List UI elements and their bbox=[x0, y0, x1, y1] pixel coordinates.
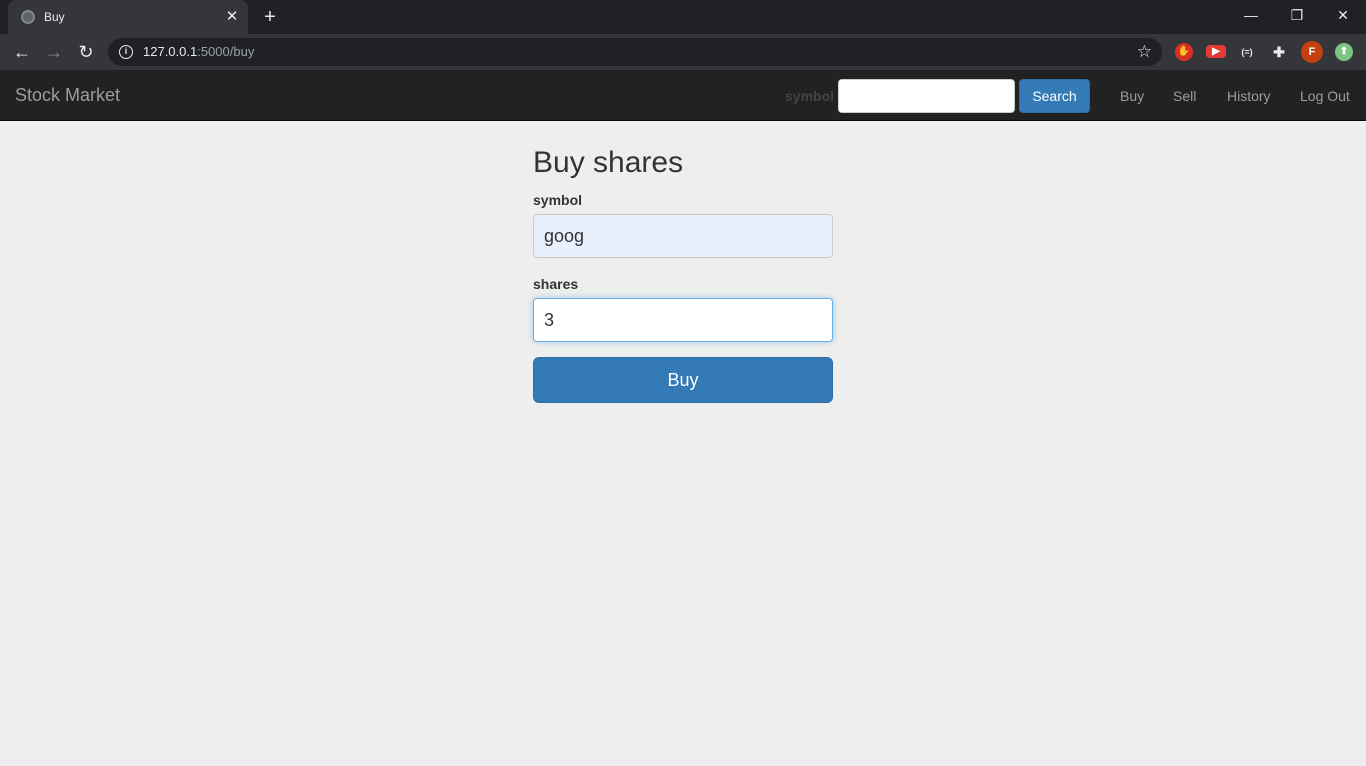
forward-icon[interactable]: → bbox=[41, 39, 67, 65]
restore-icon[interactable]: ❐ bbox=[1282, 4, 1312, 26]
search-symbol-input[interactable] bbox=[838, 79, 1015, 113]
nav-link-logout[interactable]: Log Out bbox=[1300, 87, 1350, 105]
adblock-extension-icon[interactable]: ✋ bbox=[1175, 43, 1193, 61]
app-navbar: Stock Market symbol Search Buy Sell Hist… bbox=[0, 70, 1366, 121]
browser-tab[interactable]: Buy ✕ bbox=[8, 0, 248, 34]
minimize-icon[interactable]: — bbox=[1236, 4, 1266, 26]
brand-logo[interactable]: Stock Market bbox=[15, 85, 120, 105]
search-symbol-label: symbol bbox=[785, 88, 835, 104]
shares-label: shares bbox=[533, 276, 579, 292]
symbol-label: symbol bbox=[533, 192, 583, 208]
json-extension-icon[interactable]: (=) bbox=[1238, 43, 1256, 61]
browser-tabstrip: Buy ✕ + — ❐ ✕ bbox=[0, 0, 1366, 34]
extensions-puzzle-icon[interactable]: ✚ bbox=[1270, 43, 1288, 61]
symbol-input[interactable] bbox=[533, 214, 833, 258]
reload-icon[interactable]: ↻ bbox=[73, 39, 99, 65]
url-text: 127.0.0.1:5000/buy bbox=[143, 44, 255, 59]
page-title: Buy shares bbox=[533, 146, 684, 179]
tab-title: Buy bbox=[44, 10, 65, 24]
new-tab-icon[interactable]: + bbox=[259, 6, 281, 28]
close-tab-icon[interactable]: ✕ bbox=[223, 8, 241, 26]
close-window-icon[interactable]: ✕ bbox=[1328, 4, 1358, 26]
nav-link-sell[interactable]: Sell bbox=[1173, 87, 1196, 105]
address-bar[interactable]: i 127.0.0.1:5000/buy ☆ bbox=[108, 38, 1162, 66]
back-icon[interactable]: ← bbox=[9, 39, 35, 65]
profile-avatar[interactable]: F bbox=[1301, 41, 1323, 63]
info-icon[interactable]: i bbox=[119, 45, 133, 59]
upload-extension-icon[interactable]: ⬆ bbox=[1335, 43, 1353, 61]
nav-link-buy[interactable]: Buy bbox=[1120, 87, 1144, 105]
shares-input[interactable] bbox=[533, 298, 833, 342]
search-button[interactable]: Search bbox=[1019, 79, 1090, 113]
browser-toolbar: ← → ↻ i 127.0.0.1:5000/buy ☆ ✋ ▶ (=) ✚ F… bbox=[0, 34, 1366, 70]
bookmark-star-icon[interactable]: ☆ bbox=[1137, 41, 1152, 63]
youtube-extension-icon[interactable]: ▶ bbox=[1206, 45, 1226, 58]
globe-icon bbox=[21, 10, 35, 24]
buy-button[interactable]: Buy bbox=[533, 357, 833, 403]
nav-link-history[interactable]: History bbox=[1227, 87, 1271, 105]
